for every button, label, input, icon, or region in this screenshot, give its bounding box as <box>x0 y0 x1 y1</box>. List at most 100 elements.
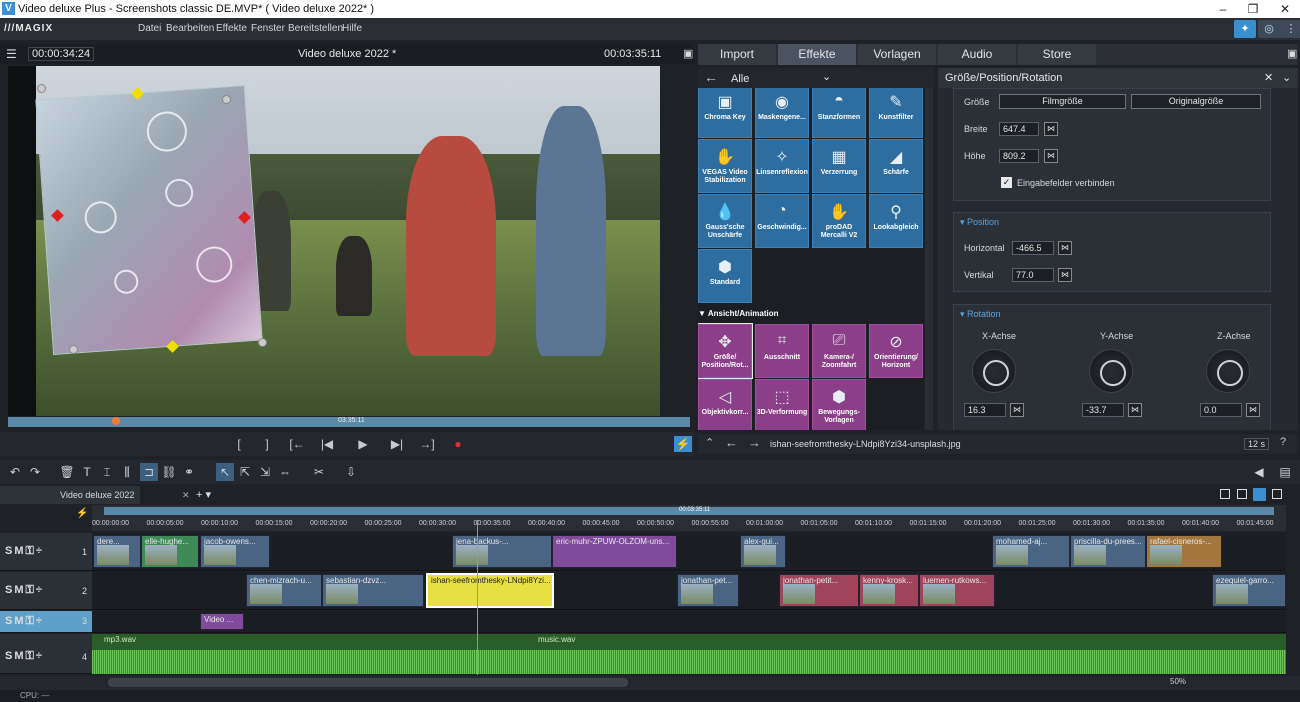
effect-schaerfe[interactable]: ◢ Schärfe <box>869 139 923 193</box>
volume-icon[interactable]: ◀ <box>1250 463 1268 481</box>
link-icon[interactable]: ⋈ <box>1058 241 1072 255</box>
snap-icon[interactable]: ⚡ <box>76 508 88 519</box>
clip[interactable]: priscilla-du-prees... <box>1070 535 1146 568</box>
menu-datei[interactable]: Datei <box>138 23 161 34</box>
tab-audio[interactable]: Audio <box>938 44 1016 65</box>
horizontal-input[interactable]: -466.5 <box>1012 241 1054 255</box>
group-icon[interactable]: ⛓ <box>160 463 178 481</box>
track-controls[interactable]: SM⚿÷ <box>5 650 44 663</box>
effect-ausschnitt[interactable]: ⌗ Ausschnitt <box>755 324 809 378</box>
maximize-preview-icon[interactable]: ▣ <box>683 47 693 60</box>
clip[interactable]: Video ... <box>200 613 244 630</box>
clip[interactable]: mohamed-aj... <box>992 535 1070 568</box>
clip[interactable]: jonathan-pet... <box>677 574 739 607</box>
track-controls[interactable]: SM⚿÷ <box>5 545 44 558</box>
text-icon[interactable]: T <box>78 463 96 481</box>
z-rotation-dial[interactable] <box>1206 349 1250 393</box>
tab-effekte[interactable]: Effekte <box>778 44 856 65</box>
undo-icon[interactable]: ↶ <box>6 463 24 481</box>
effect-geschwindigkeit[interactable]: ◔ Geschwindig... <box>755 194 809 248</box>
effects-scrollbar[interactable] <box>925 88 933 430</box>
effect-bewegungs-vorlagen[interactable]: ⬢ Bewegungs- Vorlagen <box>812 379 866 430</box>
transform-handle-br[interactable] <box>258 338 267 347</box>
view-timeline-icon[interactable] <box>1253 488 1266 501</box>
clip[interactable]: jacob-owens... <box>200 535 270 568</box>
play-icon[interactable]: ▶ <box>354 436 372 452</box>
mark-out-icon[interactable]: ] <box>258 436 276 452</box>
clip[interactable]: kenny-krosk... <box>859 574 919 607</box>
hoehe-input[interactable]: 809.2 <box>999 149 1039 163</box>
clip[interactable]: alex-gui... <box>740 535 786 568</box>
duration-field[interactable]: 12 s <box>1244 438 1270 450</box>
effect-stanzformen[interactable]: ◓ Stanzformen <box>812 88 866 138</box>
clip[interactable]: jonathan-petit... <box>779 574 859 607</box>
back-arrow-icon[interactable]: ← <box>704 69 718 85</box>
pointer-icon[interactable]: ↖ <box>216 463 234 481</box>
rotation-title[interactable]: ▾ Rotation <box>960 309 1001 320</box>
effect-kunstfilter[interactable]: ✎ Kunstfilter <box>869 88 923 138</box>
clip[interactable]: ezequiel-garro... <box>1212 574 1286 607</box>
clip[interactable]: luemen-rutkows... <box>919 574 995 607</box>
link-icon[interactable]: ⋈ <box>1044 122 1058 136</box>
transform-handle-tl[interactable] <box>37 84 46 93</box>
settings-icon[interactable]: ◎ <box>1258 20 1280 38</box>
clip[interactable]: elle-hughe... <box>141 535 199 568</box>
clip[interactable]: sebastian-dzvz... <box>322 574 424 607</box>
scroll-thumb[interactable] <box>108 678 628 687</box>
link-icon[interactable]: ⋈ <box>1128 403 1142 417</box>
effects-filter-label[interactable]: Alle <box>731 73 749 85</box>
track-lane-2[interactable]: chen-mizrach-u... sebastian-dzvz... isha… <box>92 572 1286 610</box>
playhead[interactable] <box>477 520 478 675</box>
effect-kamera-zoomfahrt[interactable]: ⎚ Kamera-/ Zoomfahrt <box>812 324 866 378</box>
menu-fenster[interactable]: Fenster <box>251 23 285 34</box>
scrub-marker[interactable] <box>112 417 120 425</box>
menu-bereitstellen[interactable]: Bereitstellen <box>288 23 343 34</box>
menu-icon[interactable]: ☰ <box>6 47 17 61</box>
effect-objektivkorrektur[interactable]: ◁ Objektivkorr... <box>698 379 752 430</box>
x-rotation-dial[interactable] <box>972 349 1016 393</box>
project-tab[interactable]: Video deluxe 2022 ✕ <box>0 486 190 504</box>
tab-store[interactable]: Store <box>1018 44 1096 65</box>
clip[interactable]: eric-muhr-ZPUW-OLZOM-uns... <box>552 535 677 568</box>
track-controls[interactable]: SM⚿÷ <box>5 615 44 628</box>
next-frame-icon[interactable]: ▶| <box>388 436 406 452</box>
menu-bearbeiten[interactable]: Bearbeiten <box>166 23 214 34</box>
mark-in-icon[interactable]: [ <box>230 436 248 452</box>
quick-action-icon[interactable]: ⚡ <box>674 436 692 452</box>
effect-vegas-stabilization[interactable]: ✋ VEGAS Video Stabilization <box>698 139 752 193</box>
y-rotation-dial[interactable] <box>1089 349 1133 393</box>
maximize-pool-icon[interactable]: ▣ <box>1287 47 1297 60</box>
timeline-scrollbar[interactable]: 50% <box>0 676 1300 690</box>
range-select-icon[interactable]: ⇲ <box>256 463 274 481</box>
add-tab-icon[interactable]: + ▾ <box>196 488 211 501</box>
export-icon[interactable]: ⇩ <box>342 463 360 481</box>
audio-track[interactable]: mp3.wav music.wav <box>92 634 1286 674</box>
link-icon[interactable]: ⋈ <box>1058 268 1072 282</box>
z-rotation-input[interactable]: 0.0 <box>1200 403 1242 417</box>
ruler-range[interactable]: 00:03:35:11 <box>104 507 1274 515</box>
tab-vorlagen[interactable]: Vorlagen <box>858 44 936 65</box>
menu-effekte[interactable]: Effekte <box>216 23 247 34</box>
track-controls[interactable]: SM⚿÷ <box>5 584 44 597</box>
view-scene-icon[interactable] <box>1237 489 1247 499</box>
tips-icon[interactable]: ✦ <box>1234 20 1256 38</box>
y-rotation-input[interactable]: -33.7 <box>1082 403 1124 417</box>
ungroup-icon[interactable]: ⚭ <box>180 463 198 481</box>
close-icon[interactable]: ✕ <box>1274 1 1296 17</box>
link-icon[interactable]: ⋈ <box>1010 403 1024 417</box>
effect-maskengenerator[interactable]: ◉ Maskengene... <box>755 88 809 138</box>
vertikal-input[interactable]: 77.0 <box>1012 268 1054 282</box>
marker-icon[interactable]: ⌶ <box>98 463 116 481</box>
record-icon[interactable]: ● <box>449 436 467 452</box>
breite-input[interactable]: 647.4 <box>999 122 1039 136</box>
effect-groesse-position-rotation[interactable]: ✥ Größe/ Position/Rot... <box>698 323 753 379</box>
current-timecode[interactable]: 00:00:34:24 <box>28 47 95 61</box>
preview-scrubber[interactable]: 03:35:11 <box>8 417 690 427</box>
clip[interactable]: rafael-cisneros-... <box>1146 535 1222 568</box>
view-storyboard-icon[interactable] <box>1220 489 1230 499</box>
link-icon[interactable]: ⋈ <box>1246 403 1260 417</box>
split-icon[interactable]: ⫼ <box>118 463 136 481</box>
close-tab-icon[interactable]: ✕ <box>182 486 190 504</box>
effect-lookabgleich[interactable]: ⚲ Lookabgleich <box>869 194 923 248</box>
effect-orientierung-horizont[interactable]: ⊘ Orientierung/ Horizont <box>869 324 923 378</box>
